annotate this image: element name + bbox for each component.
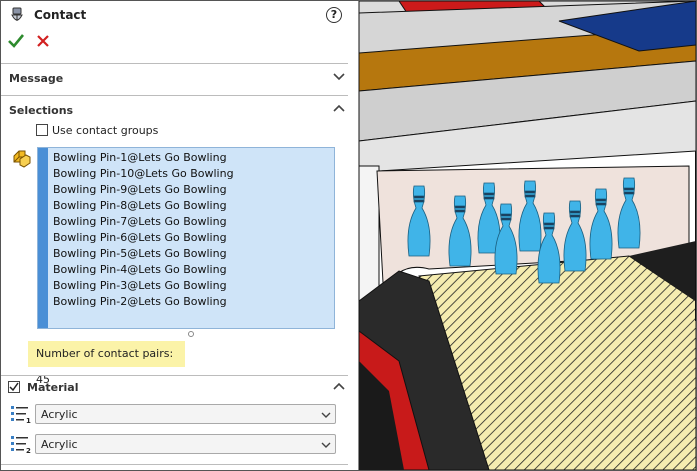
section-message-header[interactable]: Message	[9, 72, 63, 85]
graphics-viewport[interactable]	[359, 1, 696, 470]
checkmark-icon	[9, 382, 19, 392]
close-icon	[37, 35, 49, 47]
material-2-select[interactable]: Acrylic	[35, 434, 336, 454]
divider	[1, 63, 348, 64]
divider	[1, 375, 348, 376]
chevron-up-icon[interactable]	[333, 104, 345, 114]
list-item[interactable]: Bowling Pin-5@Lets Go Bowling	[53, 246, 234, 262]
help-icon[interactable]: ?	[326, 7, 342, 23]
chevron-down-icon	[321, 412, 331, 418]
list-item[interactable]: Bowling Pin-10@Lets Go Bowling	[53, 166, 234, 182]
list-item[interactable]: Bowling Pin-7@Lets Go Bowling	[53, 214, 234, 230]
ok-button[interactable]	[7, 32, 25, 50]
list-item[interactable]: Bowling Pin-1@Lets Go Bowling	[53, 150, 234, 166]
svg-text:1: 1	[26, 417, 31, 424]
divider	[1, 95, 348, 96]
selection-list[interactable]: Bowling Pin-1@Lets Go Bowling Bowling Pi…	[37, 147, 335, 329]
bowling-lane-model	[359, 1, 696, 470]
material-2-value: Acrylic	[41, 438, 78, 451]
cancel-button[interactable]	[34, 32, 52, 50]
list-item[interactable]: Bowling Pin-6@Lets Go Bowling	[53, 230, 234, 246]
divider	[1, 464, 348, 465]
material-list-2-icon: 2	[10, 434, 32, 455]
section-selections-header[interactable]: Selections	[9, 104, 73, 117]
svg-text:2: 2	[26, 447, 31, 454]
property-manager-panel: Contact ? Message Selections Use contact…	[1, 1, 359, 470]
list-item[interactable]: Bowling Pin-3@Lets Go Bowling	[53, 278, 234, 294]
contact-pairs-count: Number of contact pairs: 45	[28, 341, 185, 386]
material-list-1-icon: 1	[10, 404, 32, 425]
page-title: Contact	[34, 8, 87, 22]
material-1-value: Acrylic	[41, 408, 78, 421]
list-item[interactable]: Bowling Pin-2@Lets Go Bowling	[53, 294, 234, 310]
list-item[interactable]: Bowling Pin-4@Lets Go Bowling	[53, 262, 234, 278]
selection-list-active-bar	[38, 148, 48, 328]
chevron-down-icon	[321, 442, 331, 448]
chevron-down-icon[interactable]	[333, 72, 345, 82]
component-selection-icon	[11, 148, 33, 170]
panel-titlebar: Contact ?	[1, 1, 358, 31]
list-resize-handle[interactable]	[188, 331, 194, 337]
material-1-select[interactable]: Acrylic	[35, 404, 336, 424]
use-contact-groups-label: Use contact groups	[52, 124, 159, 137]
section-material-header[interactable]: Material	[27, 381, 78, 394]
material-checkbox[interactable]	[8, 381, 20, 393]
checkmark-icon	[8, 34, 25, 48]
chevron-up-icon[interactable]	[333, 382, 345, 392]
window: Contact ? Message Selections Use contact…	[0, 0, 697, 471]
use-contact-groups-checkbox[interactable]	[36, 124, 48, 136]
list-item[interactable]: Bowling Pin-8@Lets Go Bowling	[53, 198, 234, 214]
list-item[interactable]: Bowling Pin-9@Lets Go Bowling	[53, 182, 234, 198]
contact-tool-icon	[10, 7, 24, 25]
